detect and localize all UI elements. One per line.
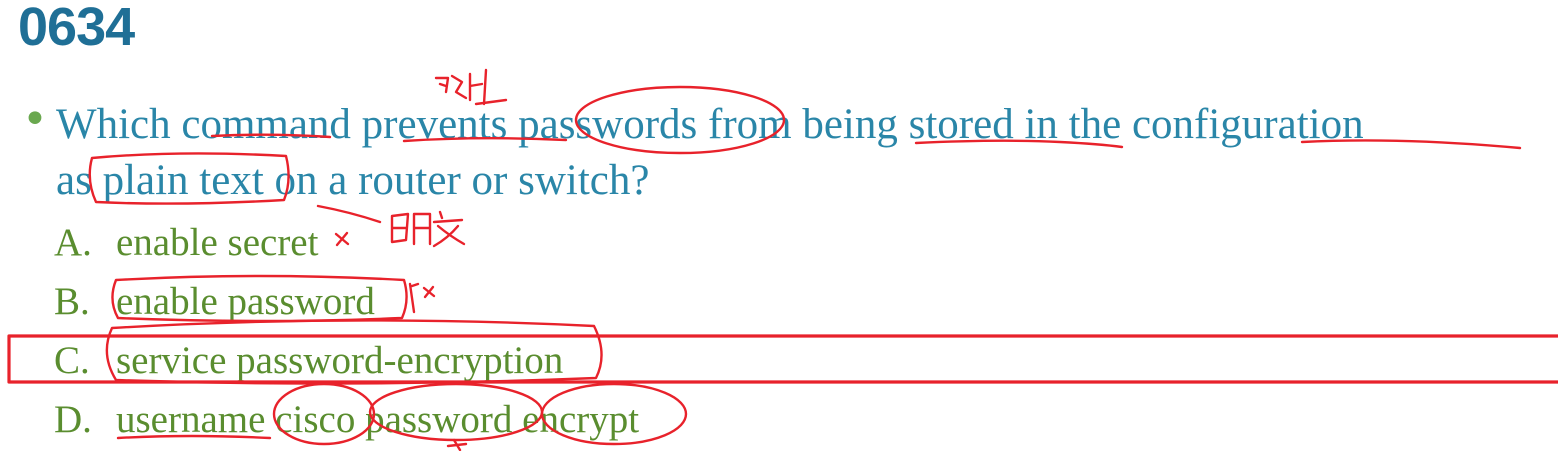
option-a[interactable]: A. enable secret	[54, 213, 639, 272]
question-number: 0634	[18, 0, 135, 57]
answer-options: A. enable secret B. enable password C. s…	[54, 213, 639, 449]
option-text: enable password	[116, 280, 375, 323]
option-b[interactable]: B. enable password	[54, 272, 639, 331]
option-d[interactable]: D. username cisco password encrypt	[54, 390, 639, 449]
option-letter: C.	[54, 339, 90, 382]
option-text: username cisco password encrypt	[116, 398, 640, 441]
question-line-2: as plain text on a router or switch?	[56, 157, 650, 204]
option-text: service password-encryption	[116, 339, 564, 382]
question-text: Which command prevents passwords from be…	[56, 97, 1556, 209]
option-letter: D.	[54, 398, 92, 441]
option-text: enable secret	[116, 221, 319, 264]
question-line-1: Which command prevents passwords from be…	[56, 101, 1364, 148]
bullet-point: •	[22, 94, 48, 145]
option-letter: A.	[54, 221, 92, 264]
option-c[interactable]: C. service password-encryption	[54, 331, 639, 390]
option-letter: B.	[54, 280, 90, 323]
